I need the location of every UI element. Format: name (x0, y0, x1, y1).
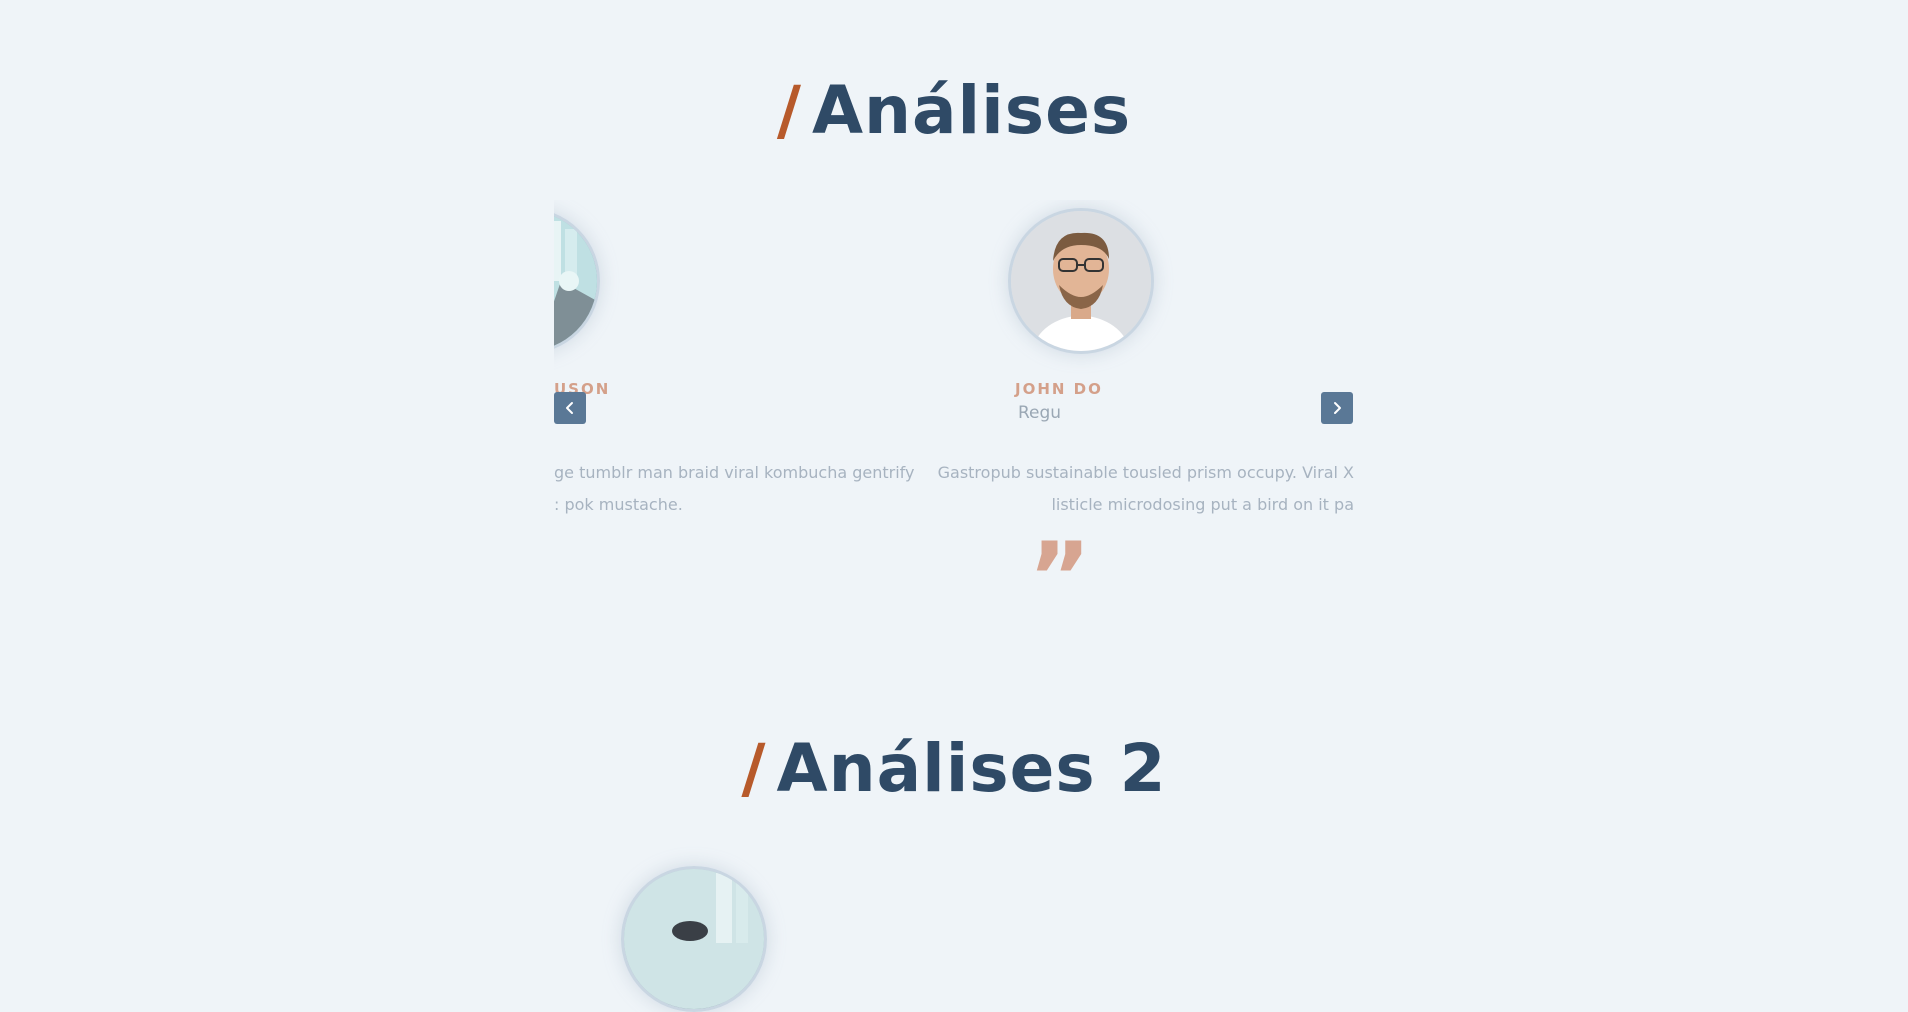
testimonial-role: Regu (1018, 403, 1062, 423)
testimonial-slide-current: JOHN DO Regu Gastropub sustainable tousl… (938, 200, 1354, 600)
section-title-analises-2: / Análises 2 (0, 736, 1908, 802)
testimonial-slide-prev: USON ge tumblr man braid viral kombucha … (554, 200, 954, 600)
testimonial-quote-line: listicle microdosing put a bird on it pa (1051, 495, 1354, 514)
avatar-photo (624, 869, 764, 1009)
avatar (1008, 208, 1154, 354)
carousel-next-button[interactable] (1321, 392, 1353, 424)
avatar-photo (554, 211, 597, 351)
testimonial-quote-line: Gastropub sustainable tousled prism occu… (937, 463, 1354, 482)
avatar (621, 866, 767, 1012)
avatar (554, 208, 600, 354)
title-slash: / (741, 730, 767, 807)
testimonial-name: JOHN DO (1015, 380, 1103, 398)
quote-mark-icon: ” (1028, 522, 1092, 600)
title-text: Análises (811, 72, 1132, 149)
chevron-right-icon (1334, 402, 1341, 414)
title-slash: / (776, 72, 802, 149)
testimonial-carousel: USON ge tumblr man braid viral kombucha … (554, 200, 1354, 600)
title-text: Análises 2 (776, 730, 1167, 807)
chevron-left-icon (566, 402, 573, 414)
carousel-prev-button[interactable] (554, 392, 586, 424)
section-title-analises: / Análises (0, 78, 1908, 144)
avatar-photo (1011, 211, 1151, 351)
